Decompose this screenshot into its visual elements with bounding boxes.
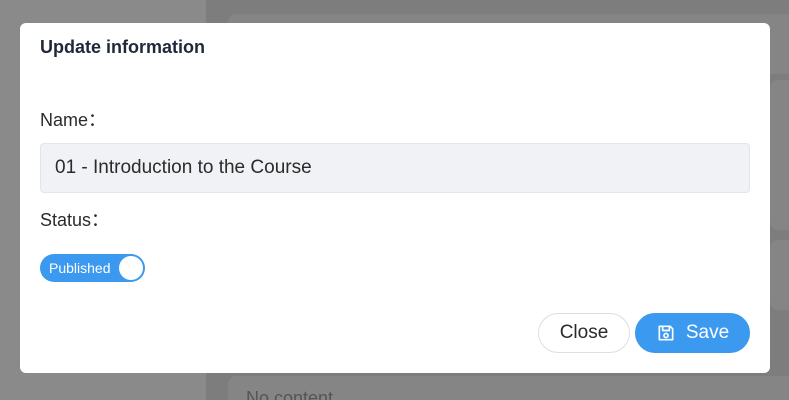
close-button-label: Close xyxy=(559,322,609,343)
dialog-title: Update information xyxy=(40,37,205,57)
toggle-knob xyxy=(119,256,143,280)
update-information-dialog: Update information Name： Status： Publish… xyxy=(20,23,770,373)
save-icon xyxy=(658,325,674,341)
save-button-label: Save xyxy=(685,322,730,343)
status-toggle[interactable]: Published xyxy=(40,254,145,282)
status-label: Status： xyxy=(40,210,110,230)
close-button[interactable]: Close xyxy=(538,313,630,353)
save-button[interactable]: Save xyxy=(635,313,750,353)
background-empty-text: No content xyxy=(246,388,334,400)
status-toggle-text: Published xyxy=(49,260,111,276)
background-card xyxy=(770,240,789,310)
name-label: Name： xyxy=(40,110,107,130)
background-card xyxy=(770,80,789,230)
name-input[interactable] xyxy=(40,143,750,193)
